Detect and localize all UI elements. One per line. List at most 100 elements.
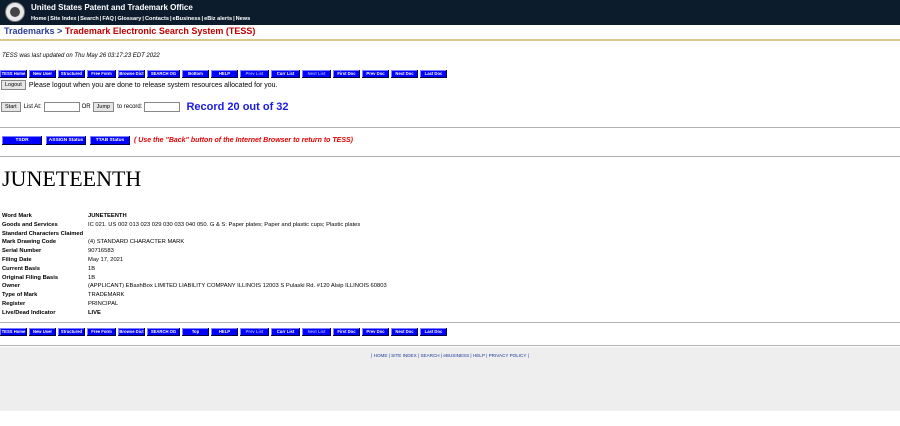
jump-record-input[interactable] xyxy=(144,101,181,112)
browse-dict-button[interactable]: Browse Dict xyxy=(118,328,145,336)
footer-privacy-link[interactable]: PRIVACY POLICY xyxy=(489,353,527,358)
search-og-button[interactable]: SEARCH OG xyxy=(147,70,180,78)
logout-message: Please logout when you are done to relea… xyxy=(28,81,278,89)
footer-search-link[interactable]: SEARCH xyxy=(420,353,439,358)
assign-status-button[interactable]: ASSIGN Status xyxy=(46,136,86,145)
bottom-button[interactable]: Bottom xyxy=(182,70,209,78)
browse-dict-button[interactable]: Browse Dict xyxy=(118,70,145,78)
detail-row: Current Basis 1B xyxy=(2,265,387,274)
free-form-button[interactable]: Free Form xyxy=(87,328,116,336)
next-list-button[interactable]: Next List xyxy=(302,328,331,336)
nav-contacts[interactable]: Contacts xyxy=(145,16,169,22)
detail-label: Register xyxy=(2,300,26,307)
help-button[interactable]: HELP xyxy=(211,70,238,78)
nav-glossary[interactable]: Glossary xyxy=(117,16,141,22)
detail-value: (APPLICANT) EBashBox LIMITED LIABILITY C… xyxy=(88,283,387,290)
nav-site-index[interactable]: Site Index xyxy=(50,16,76,22)
footer-site-index-link[interactable]: SITE INDEX xyxy=(391,353,417,358)
nav-ebiz-alerts[interactable]: eBiz alerts xyxy=(204,16,232,22)
detail-row: Type of Mark TRADEMARK xyxy=(2,291,387,300)
structured-button[interactable]: Structured xyxy=(58,70,85,78)
nav-home[interactable]: Home xyxy=(31,16,47,22)
detail-row: Mark Drawing Code (4) STANDARD CHARACTER … xyxy=(2,238,387,247)
next-doc-button[interactable]: Next Doc xyxy=(391,328,418,336)
record-nav-row: Start List At: OR Jump to record: Record… xyxy=(1,100,289,113)
tsdr-button[interactable]: TSDR xyxy=(2,136,42,145)
detail-value: (4) STANDARD CHARACTER MARK xyxy=(88,239,185,246)
breadcrumb-tess[interactable]: Trademark Electronic Search System (TESS… xyxy=(65,26,256,36)
detail-row: Original Filing Basis 1B xyxy=(2,274,387,283)
ttab-status-button[interactable]: TTAB Status xyxy=(90,136,130,145)
toolbar-top: TESS Home New User Structured Free Form … xyxy=(0,70,449,78)
breadcrumb-sep: > xyxy=(57,26,63,36)
footer-links: | HOME | SITE INDEX | SEARCH | eBUSINESS… xyxy=(371,353,529,358)
detail-row: Owner (APPLICANT) EBashBox LIMITED LIABIL… xyxy=(2,282,387,291)
footer-ebusiness-link[interactable]: eBUSINESS xyxy=(443,353,469,358)
record-details: Word Mark JUNETEENTH Goods and Services IC… xyxy=(2,212,387,318)
prev-doc-button[interactable]: Prev Doc xyxy=(362,70,389,78)
footer-help-link[interactable]: HELP xyxy=(473,353,485,358)
detail-row: Serial Number 90716583 xyxy=(2,247,387,256)
detail-row: Register PRINCIPAL xyxy=(2,300,387,309)
prev-list-button[interactable]: Prev List xyxy=(240,328,269,336)
last-doc-button[interactable]: Last Doc xyxy=(420,70,447,78)
status-buttons-row: TSDR ASSIGN Status TTAB Status ( Use the… xyxy=(2,136,353,145)
last-doc-button[interactable]: Last Doc xyxy=(420,328,447,336)
uspto-seal-icon[interactable] xyxy=(5,2,25,22)
next-list-button[interactable]: Next List xyxy=(302,70,331,78)
detail-label: Word Mark xyxy=(2,213,32,219)
record-counter: Record 20 out of 32 xyxy=(186,100,289,113)
nav-search[interactable]: Search xyxy=(80,16,99,22)
start-button[interactable]: Start xyxy=(1,101,21,112)
prev-list-button[interactable]: Prev List xyxy=(240,70,269,78)
detail-label: Original Filing Basis xyxy=(2,274,59,281)
jump-button[interactable]: Jump xyxy=(92,101,115,112)
breadcrumb-trademarks[interactable]: Trademarks xyxy=(4,26,55,36)
or-label: OR xyxy=(81,103,91,110)
detail-label: Serial Number xyxy=(2,248,42,255)
detail-value: 1B xyxy=(88,265,96,272)
detail-label: Live/Dead Indicator xyxy=(2,309,56,316)
detail-row: Filing Date May 17, 2021 xyxy=(2,256,387,265)
prev-doc-button[interactable]: Prev Doc xyxy=(362,328,389,336)
curr-list-button[interactable]: Curr List xyxy=(271,70,300,78)
list-at-label: List At: xyxy=(23,103,42,110)
detail-value: IC 021. US 002 013 023 029 030 033 040 0… xyxy=(88,221,361,228)
top-button[interactable]: Top xyxy=(182,328,209,336)
nav-ebusiness[interactable]: eBusiness xyxy=(173,16,201,22)
header-bar: United States Patent and Trademark Offic… xyxy=(0,0,900,25)
divider xyxy=(0,127,900,128)
divider xyxy=(0,156,900,157)
free-form-button[interactable]: Free Form xyxy=(87,70,116,78)
org-name: United States Patent and Trademark Offic… xyxy=(31,3,193,12)
to-record-label: to record: xyxy=(117,103,143,110)
tess-home-button[interactable]: TESS Home xyxy=(0,70,27,78)
detail-label: Current Basis xyxy=(2,265,41,272)
detail-value: May 17, 2021 xyxy=(88,256,124,263)
logout-button[interactable]: Logout xyxy=(1,80,26,90)
mark-image: JUNETEENTH xyxy=(2,166,142,191)
detail-row: Live/Dead Indicator LIVE xyxy=(2,309,387,318)
logout-row: Logout Please logout when you are done t… xyxy=(1,80,277,90)
detail-label: Owner xyxy=(2,283,21,290)
divider xyxy=(0,322,900,323)
detail-value: 1B xyxy=(88,274,96,281)
first-doc-button[interactable]: First Doc xyxy=(333,70,360,78)
search-og-button[interactable]: SEARCH OG xyxy=(147,328,180,336)
detail-value: PRINCIPAL xyxy=(88,300,119,307)
next-doc-button[interactable]: Next Doc xyxy=(391,70,418,78)
detail-label: Mark Drawing Code xyxy=(2,239,57,246)
help-button[interactable]: HELP xyxy=(211,328,238,336)
new-user-button[interactable]: New User xyxy=(29,328,56,336)
curr-list-button[interactable]: Curr List xyxy=(271,328,300,336)
structured-button[interactable]: Structured xyxy=(58,328,85,336)
tess-home-button[interactable]: TESS Home xyxy=(0,328,27,336)
new-user-button[interactable]: New User xyxy=(29,70,56,78)
first-doc-button[interactable]: First Doc xyxy=(333,328,360,336)
list-at-input[interactable] xyxy=(43,101,80,112)
detail-label: Type of Mark xyxy=(2,292,38,299)
nav-news[interactable]: News xyxy=(236,16,251,22)
nav-faq[interactable]: FAQ xyxy=(102,16,114,22)
header-rule xyxy=(0,39,900,41)
footer-home-link[interactable]: HOME xyxy=(374,353,388,358)
